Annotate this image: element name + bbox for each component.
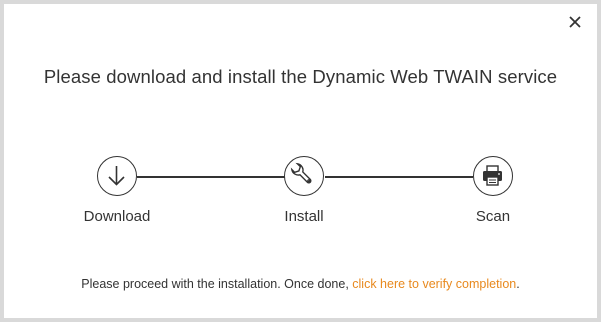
footer-message: Please proceed with the installation. On… <box>4 277 597 291</box>
step-connector-1 <box>137 176 285 178</box>
verify-completion-link[interactable]: click here to verify completion <box>352 277 516 291</box>
step-label-download: Download <box>83 208 151 225</box>
install-dialog: Please download and install the Dynamic … <box>4 4 597 318</box>
step-scan <box>473 156 513 196</box>
footer-suffix: . <box>516 277 520 291</box>
step-label-install: Install <box>284 208 324 225</box>
printer-icon <box>483 165 502 186</box>
step-connector-2 <box>325 176 473 178</box>
dialog-title: Please download and install the Dynamic … <box>43 66 558 87</box>
step-download <box>97 156 137 196</box>
download-arrow-icon <box>108 166 125 186</box>
step-install <box>284 156 324 196</box>
step-label-scan: Scan <box>475 208 511 225</box>
footer-text: Please proceed with the installation. On… <box>81 277 353 291</box>
wrench-icon <box>290 162 312 184</box>
close-icon[interactable] <box>566 13 584 31</box>
